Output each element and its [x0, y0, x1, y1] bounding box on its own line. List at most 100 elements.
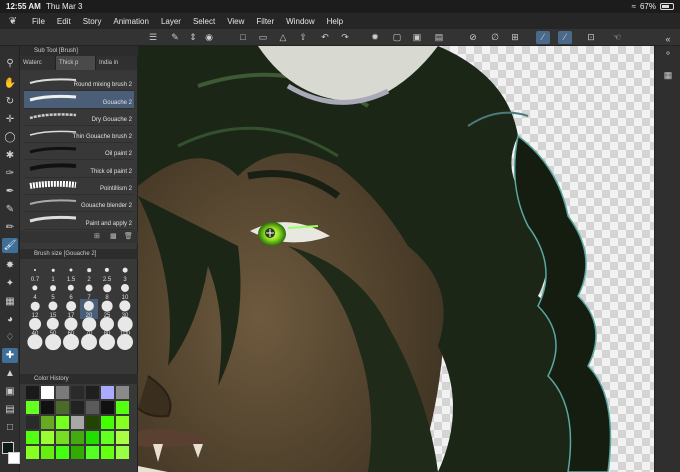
camera-icon[interactable]: ◉	[202, 31, 216, 44]
sparkle-tool-icon[interactable]: ✦	[2, 276, 18, 291]
brush-size-option[interactable]	[98, 334, 116, 355]
crop-icon[interactable]: ▤	[432, 31, 446, 44]
brush-item[interactable]: Thin Gouache brush 2	[24, 126, 134, 144]
navigator-icon[interactable]: ⚬	[661, 46, 675, 60]
color-history-swatch[interactable]	[101, 386, 114, 399]
brush-item[interactable]: Gouache 2	[24, 91, 134, 109]
brush-size-option[interactable]: 1	[44, 263, 62, 283]
blend-tool-icon[interactable]: ◕	[2, 312, 18, 327]
pencil-tool-icon[interactable]: ✎	[2, 202, 18, 217]
stabilizer-icon[interactable]: ∕	[558, 31, 572, 44]
color-history-swatch[interactable]	[56, 446, 69, 459]
app-logo-icon[interactable]: ❦	[0, 16, 26, 27]
open-folder-icon[interactable]: ▭	[256, 31, 270, 44]
move-tool-icon[interactable]: ✛	[2, 112, 18, 127]
brush-size-option[interactable]: 3	[116, 263, 134, 283]
menu-layer[interactable]: Layer	[155, 17, 187, 26]
gesture-icon[interactable]: ☜	[610, 31, 624, 44]
loading-icon[interactable]: ✹	[368, 31, 382, 44]
menu-filter[interactable]: Filter	[250, 17, 280, 26]
tab-thick-paint[interactable]: Thick p	[56, 56, 96, 70]
color-history-swatch[interactable]	[86, 446, 99, 459]
ruler-icon[interactable]: ⊡	[584, 31, 598, 44]
color-history-swatch[interactable]	[71, 431, 84, 444]
decoration-tool-icon[interactable]: ✸	[2, 258, 18, 273]
balloon-tool-icon[interactable]: □	[2, 420, 18, 435]
menu-edit[interactable]: Edit	[51, 17, 77, 26]
brush-size-option[interactable]	[44, 334, 62, 355]
gradient-tool-icon[interactable]: ✚	[2, 348, 18, 363]
brush-size-option[interactable]: 8	[98, 281, 116, 301]
brush-size-option[interactable]	[116, 334, 134, 355]
redo-icon[interactable]: ↷	[338, 31, 352, 44]
color-history-swatch[interactable]	[56, 401, 69, 414]
new-file-icon[interactable]: □	[236, 31, 250, 44]
color-history-swatch[interactable]	[71, 416, 84, 429]
brush-size-option[interactable]	[80, 334, 98, 355]
text-tool-icon[interactable]: ▤	[2, 402, 18, 417]
delete-subtool-icon[interactable]: 🗑	[124, 232, 133, 240]
color-history-swatch[interactable]	[86, 401, 99, 414]
undo-icon[interactable]: ↶	[318, 31, 332, 44]
color-history-swatch[interactable]	[71, 401, 84, 414]
eraser-tool-icon[interactable]: ▦	[2, 294, 18, 309]
brush-size-option[interactable]: 2	[80, 263, 98, 283]
color-history-swatch[interactable]	[101, 446, 114, 459]
color-history-swatch[interactable]	[101, 431, 114, 444]
sub-color-swatch[interactable]	[8, 452, 20, 464]
lasso-tool-icon[interactable]: ◯	[2, 130, 18, 145]
color-history-swatch[interactable]	[116, 386, 129, 399]
eyedropper-icon[interactable]: ✑	[2, 166, 18, 181]
color-history-swatch[interactable]	[116, 431, 129, 444]
color-history-swatch[interactable]	[71, 386, 84, 399]
figure-tool-icon[interactable]: ▲	[2, 366, 18, 381]
brush-size-option[interactable]: 20	[80, 299, 98, 319]
color-history-swatch[interactable]	[71, 446, 84, 459]
brush-item[interactable]: Paint and apply 2	[24, 212, 134, 230]
color-history-swatch[interactable]	[86, 386, 99, 399]
brush-size-option[interactable]: 1.5	[62, 263, 80, 283]
magic-wand-icon[interactable]: ✱	[2, 148, 18, 163]
brush-size-option[interactable]: 6	[62, 281, 80, 301]
color-history-swatch[interactable]	[116, 416, 129, 429]
menu-icon[interactable]: ☰	[146, 31, 160, 44]
snap-off-icon[interactable]: ⊘	[466, 31, 480, 44]
brush-size-option[interactable]: 17	[62, 299, 80, 319]
brush-item[interactable]: Thick oil paint 2	[24, 160, 134, 178]
color-history-swatch[interactable]	[26, 446, 39, 459]
snap-ruler-icon[interactable]: ∅	[488, 31, 502, 44]
color-history-swatch[interactable]	[41, 416, 54, 429]
color-history-swatch[interactable]	[41, 431, 54, 444]
menu-view[interactable]: View	[221, 17, 250, 26]
deselect-icon[interactable]: ▢	[390, 31, 404, 44]
rotate-tool-icon[interactable]: ↻	[2, 94, 18, 109]
brush-item[interactable]: Gouache blender 2	[24, 195, 134, 213]
color-history-swatch[interactable]	[26, 401, 39, 414]
color-history-swatch[interactable]	[86, 416, 99, 429]
save-icon[interactable]: △	[276, 31, 290, 44]
menu-file[interactable]: File	[26, 17, 51, 26]
color-history-swatch[interactable]	[101, 401, 114, 414]
color-history-swatch[interactable]	[26, 431, 39, 444]
add-subtool-icon[interactable]: ⊞	[94, 232, 100, 240]
color-history-swatch[interactable]	[101, 416, 114, 429]
brush-size-option[interactable]	[26, 334, 44, 355]
fill-tool-icon[interactable]: ♢	[2, 330, 18, 345]
color-history-swatch[interactable]	[86, 431, 99, 444]
color-history-swatch[interactable]	[26, 416, 39, 429]
menu-animation[interactable]: Animation	[107, 17, 155, 26]
drawing-canvas[interactable]	[138, 46, 654, 472]
hand-tool-icon[interactable]: ✋	[2, 76, 18, 91]
brush-size-option[interactable]	[62, 334, 80, 355]
select-all-icon[interactable]: ▣	[410, 31, 424, 44]
menu-help[interactable]: Help	[321, 17, 349, 26]
pen-tool-icon[interactable]: ✒	[2, 184, 18, 199]
menu-select[interactable]: Select	[187, 17, 221, 26]
color-history-swatch[interactable]	[56, 431, 69, 444]
export-icon[interactable]: ⇧	[296, 31, 310, 44]
tab-watercolor[interactable]: Waterc	[20, 56, 56, 70]
brush-item[interactable]: Pointillism 2	[24, 178, 134, 196]
pen-pressure-icon[interactable]: ∕	[536, 31, 550, 44]
color-history-swatch[interactable]	[56, 386, 69, 399]
brush-size-option[interactable]: 2.5	[98, 263, 116, 283]
